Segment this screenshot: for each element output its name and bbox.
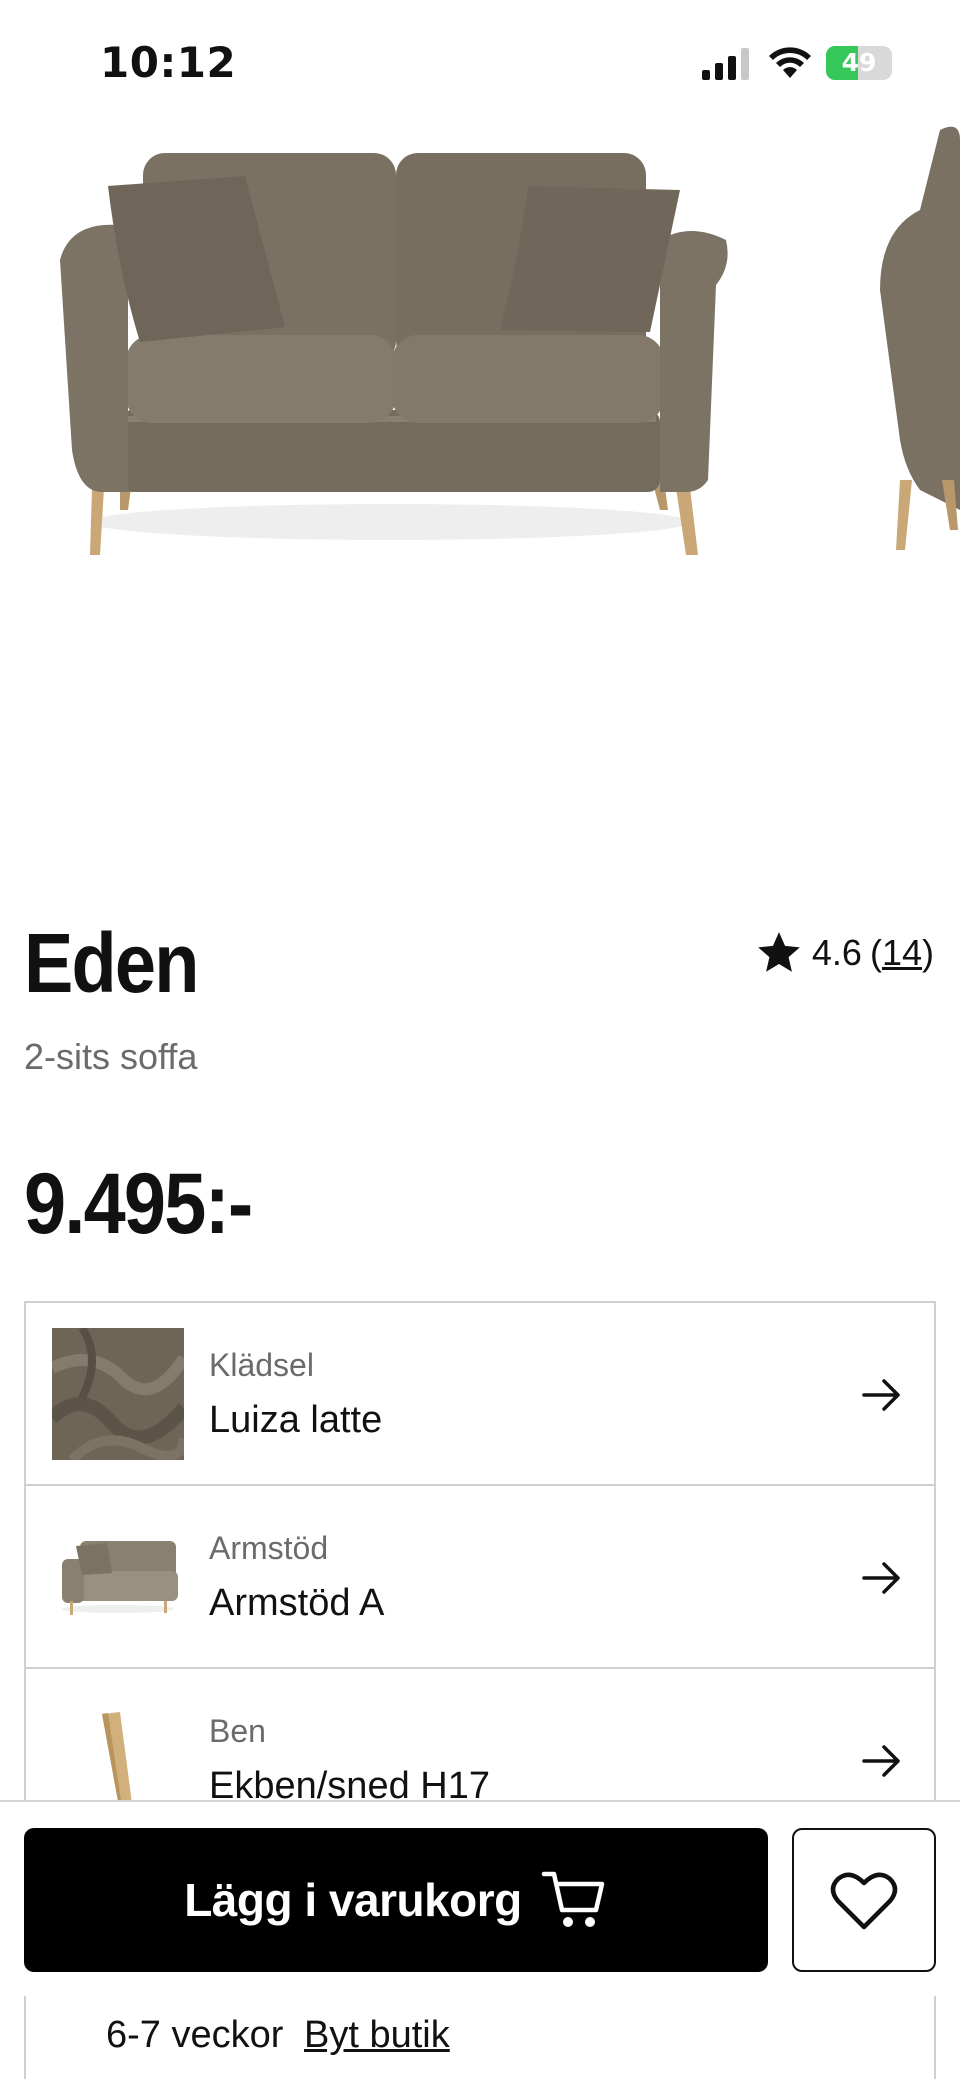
status-time: 10:12 xyxy=(100,38,237,87)
bottom-action-bar: Lägg i varukorg 6-7 veckor Byt butik xyxy=(0,1800,960,2079)
star-icon xyxy=(758,932,800,972)
option-value: Luiza latte xyxy=(209,1399,383,1441)
rating-value: 4.6 xyxy=(811,932,862,973)
product-page: 10:12 49 Eden 4.6 (14) 2-sits soffa 9.49… xyxy=(0,0,960,2079)
option-label: Armstöd xyxy=(209,1530,329,1566)
signal-icon xyxy=(702,48,749,80)
arrow-right-icon xyxy=(862,1379,900,1411)
change-store-link[interactable]: Byt butik xyxy=(304,2014,450,2057)
option-row-armrest[interactable]: Armstöd Armstöd A xyxy=(26,1486,934,1669)
review-count-wrapper[interactable]: (14) xyxy=(870,932,934,974)
product-image-gallery[interactable] xyxy=(0,110,960,870)
fabric-swatch xyxy=(52,1328,184,1460)
wifi-icon xyxy=(769,47,811,78)
product-title: Eden xyxy=(24,916,199,1010)
battery-icon: 49 xyxy=(826,46,892,80)
option-value: Armstöd A xyxy=(209,1582,385,1624)
cart-icon xyxy=(541,1871,605,1927)
status-bar: 10:12 49 xyxy=(0,0,960,120)
review-close-paren: ) xyxy=(922,932,934,973)
sofa-thumbnail xyxy=(52,1511,184,1643)
sofa-front-image xyxy=(60,126,960,555)
battery-percent: 49 xyxy=(841,48,877,77)
wishlist-button[interactable] xyxy=(792,1828,936,1972)
option-label: Ben xyxy=(209,1713,266,1749)
review-open-paren: ( xyxy=(869,932,882,973)
product-price: 9.495:- xyxy=(24,1156,253,1252)
arrow-right-icon xyxy=(862,1745,900,1777)
option-row-upholstery[interactable]: Klädsel Luiza latte xyxy=(26,1303,934,1486)
heart-icon xyxy=(830,1872,898,1930)
delivery-info: 6-7 veckor Byt butik xyxy=(24,1996,936,2079)
delivery-time: 6-7 veckor xyxy=(106,2014,284,2056)
option-label: Klädsel xyxy=(209,1347,314,1383)
product-rating: 4.6 (14) xyxy=(754,928,934,978)
arrow-right-icon xyxy=(862,1562,900,1594)
product-options-list: Klädsel Luiza latte Armstöd Armstöd A Be… xyxy=(24,1301,936,1854)
review-count-link[interactable]: 14 xyxy=(882,932,922,973)
add-to-cart-button[interactable]: Lägg i varukorg xyxy=(24,1828,768,1972)
product-subtitle: 2-sits soffa xyxy=(24,1036,198,1077)
add-to-cart-label: Lägg i varukorg xyxy=(184,1874,522,1926)
